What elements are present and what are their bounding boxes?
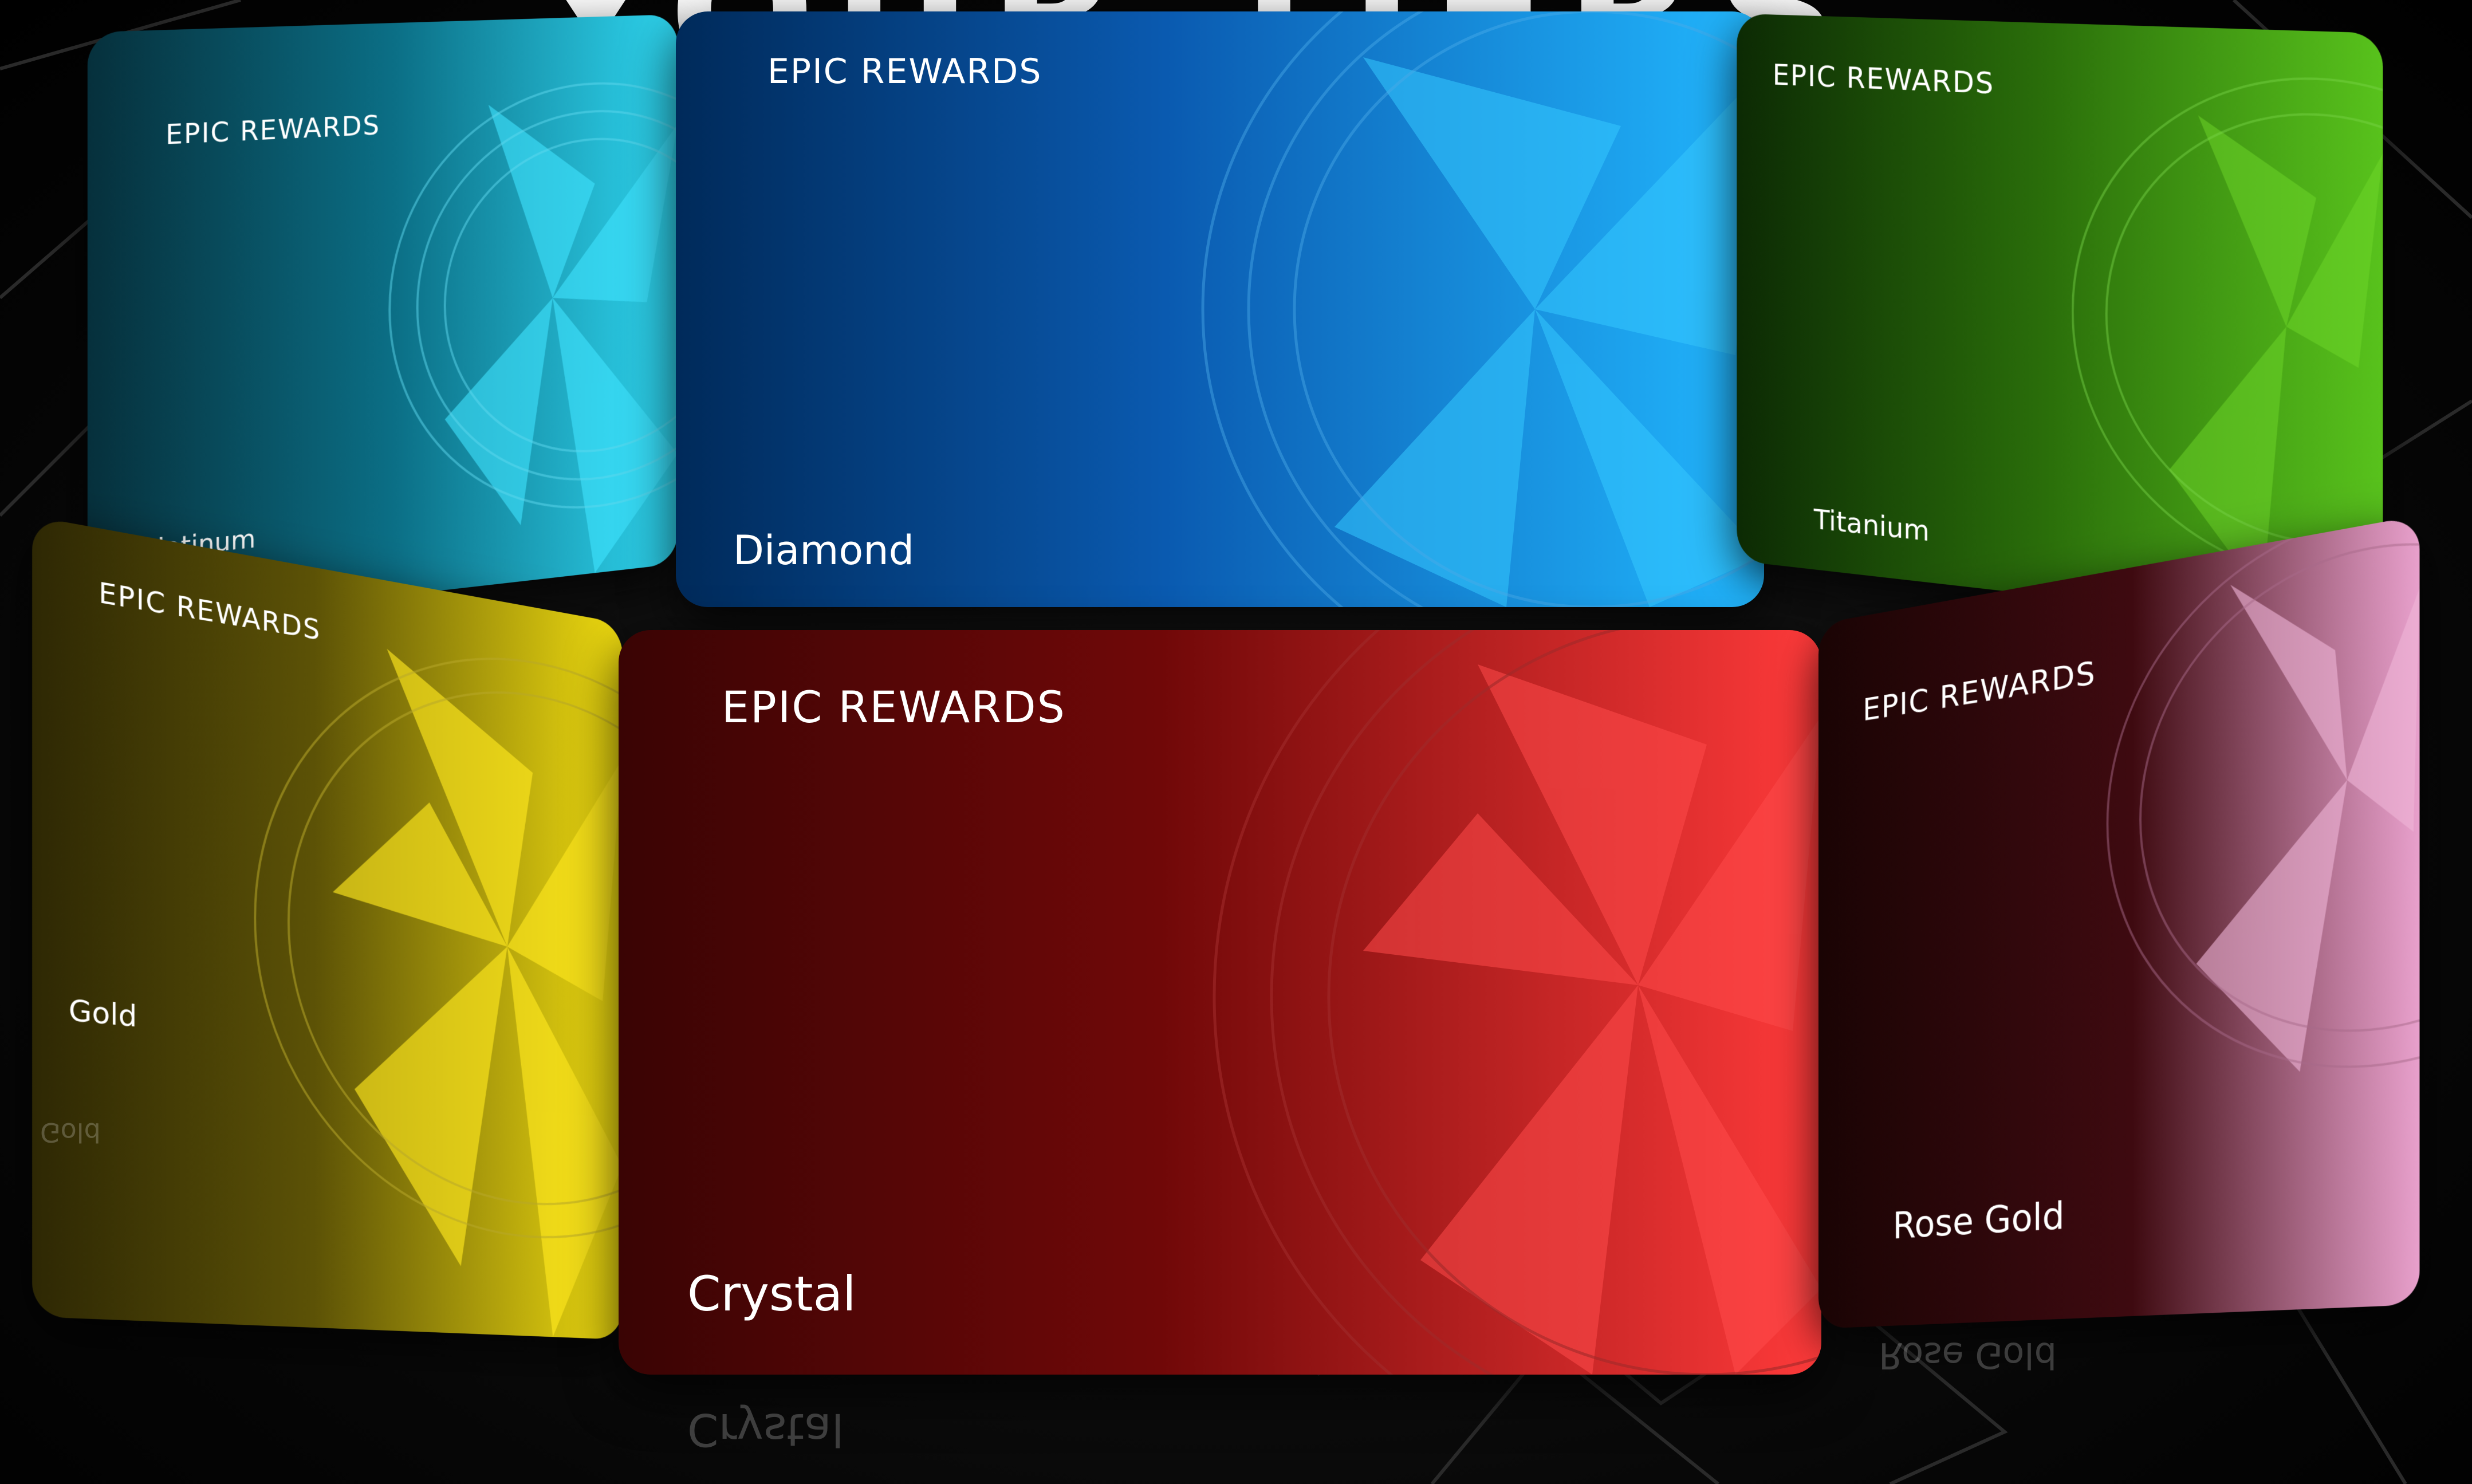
diamond-gem-art (676, 11, 1764, 607)
card-brand: EPIC REWARDS (767, 52, 1042, 92)
card-diamond[interactable]: EPIC REWARDS Diamond (676, 11, 1764, 607)
reflection-crystal: Crystal (687, 1403, 844, 1455)
reflection-rose-gold: Rose Gold (1879, 1335, 2057, 1376)
crystal-gem-art (619, 630, 1821, 1375)
reflection-gold: Gold (40, 1117, 101, 1148)
card-rose-gold[interactable]: EPIC REWARDS Rose Gold (1818, 515, 2420, 1329)
card-gold[interactable]: EPIC REWARDS Gold (32, 516, 623, 1340)
card-tier-label: Gold (68, 993, 137, 1034)
card-crystal[interactable]: EPIC REWARDS Crystal (619, 630, 1821, 1375)
card-platinum[interactable]: EPIC REWARDS Platinum (87, 14, 678, 631)
gold-gem-art (32, 516, 623, 1340)
card-tier-label: Crystal (687, 1266, 856, 1322)
card-tier-label: Diamond (733, 527, 915, 574)
card-brand: EPIC REWARDS (722, 682, 1066, 733)
